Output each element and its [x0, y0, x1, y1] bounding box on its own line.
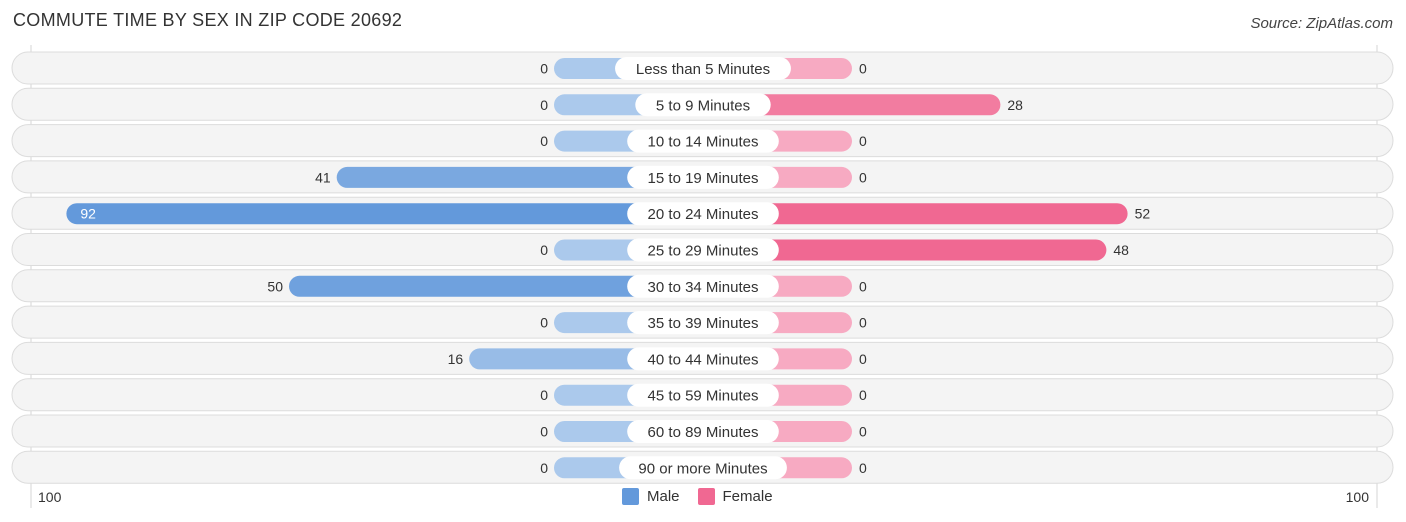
male-value-label: 0 [540, 61, 548, 77]
category-label: 90 or more Minutes [638, 460, 767, 477]
category-label: 5 to 9 Minutes [656, 97, 750, 114]
female-value-label: 0 [859, 169, 867, 185]
female-value-label: 52 [1135, 206, 1151, 222]
category-label: 45 to 59 Minutes [648, 388, 759, 405]
female-value-label: 0 [859, 424, 867, 440]
male-value-label: 0 [540, 387, 548, 403]
male-value-label: 41 [315, 169, 331, 185]
chart-svg: Less than 5 Minutes 0 0 5 to 9 Minutes 0 28 10… [11, 45, 1394, 508]
legend-swatch-male [622, 488, 639, 505]
bar-male [66, 203, 703, 225]
category-label: Less than 5 Minutes [636, 61, 770, 78]
category-label: 40 to 44 Minutes [648, 351, 759, 368]
male-value-label: 16 [448, 351, 464, 367]
legend-label-female: Female [722, 488, 773, 505]
female-value-label: 0 [859, 61, 867, 77]
axis-left-label: 100 [38, 489, 62, 505]
legend-swatch-female [697, 488, 715, 505]
female-value-label: 48 [1113, 242, 1129, 258]
male-value-label: 0 [540, 460, 548, 476]
legend-item-male: Male [622, 488, 680, 505]
legend-label-male: Male [647, 488, 680, 505]
category-label: 35 to 39 Minutes [648, 315, 759, 332]
female-value-label: 28 [1007, 97, 1023, 113]
male-value-label: 0 [540, 97, 548, 113]
male-value-label: 0 [540, 133, 548, 149]
male-value-label: 0 [540, 242, 548, 258]
category-label: 25 to 29 Minutes [648, 243, 759, 260]
axis-right-label: 100 [1345, 489, 1369, 505]
category-label: 60 to 89 Minutes [648, 424, 759, 441]
female-value-label: 0 [859, 133, 867, 149]
category-label: 10 to 14 Minutes [648, 134, 759, 151]
male-value-label: 50 [267, 278, 283, 294]
category-label: 20 to 24 Minutes [648, 206, 759, 223]
female-value-label: 0 [859, 315, 867, 331]
legend: Male Female [622, 488, 773, 505]
category-label: 30 to 34 Minutes [648, 279, 759, 296]
male-value-label: 0 [540, 424, 548, 440]
category-label: 15 to 19 Minutes [648, 170, 759, 187]
female-value-label: 0 [859, 387, 867, 403]
female-value-label: 0 [859, 460, 867, 476]
female-value-label: 0 [859, 278, 867, 294]
male-value-label: 92 [80, 206, 96, 222]
male-value-label: 0 [540, 315, 548, 331]
legend-item-female: Female [697, 488, 773, 505]
female-value-label: 0 [859, 351, 867, 367]
